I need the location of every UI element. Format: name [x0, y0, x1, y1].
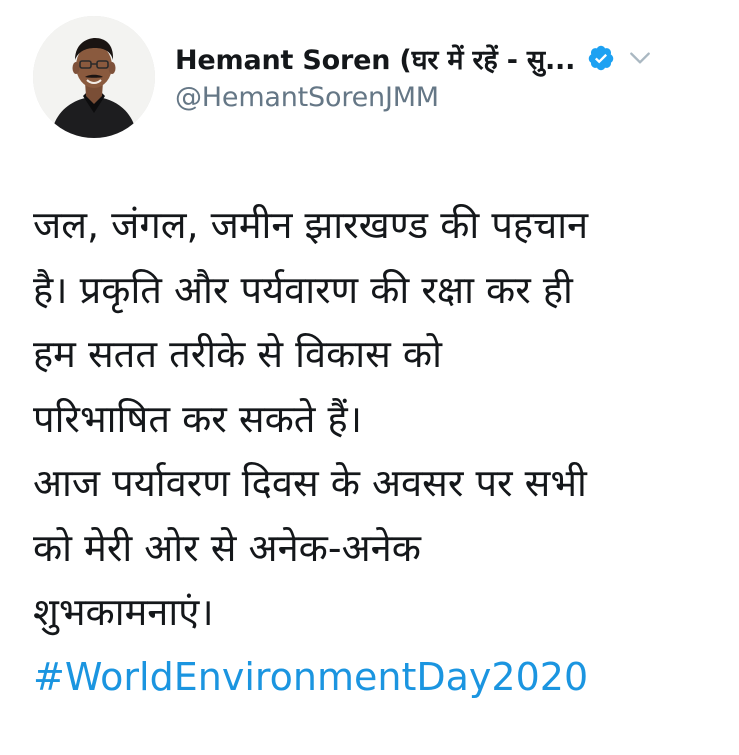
tweet-text-line: को मेरी ओर से अनेक-अनेक: [33, 525, 421, 570]
verified-badge-icon: [588, 45, 614, 71]
tweet-text-line: है। प्रकृति और पर्यवारण की रक्षा कर ही: [33, 267, 573, 312]
user-avatar-photo-icon: [33, 16, 155, 138]
author-handle[interactable]: @HemantSorenJMM: [175, 82, 723, 113]
tweet-text-line: जल, जंगल, जमीन झारखण्ड की पहचान: [33, 203, 589, 247]
chevron-down-icon[interactable]: [627, 45, 653, 71]
tweet-card: Hemant Soren (घर में रहें - सु... @Heman…: [0, 0, 739, 755]
tweet-text-line: परिभाषित कर सकते हैं।: [33, 396, 363, 441]
avatar[interactable]: [33, 16, 155, 138]
author-info: Hemant Soren (घर में रहें - सु... @Heman…: [175, 38, 723, 113]
tweet-text-line: आज पर्यावरण दिवस के अवसर पर सभी: [33, 461, 587, 505]
tweet-header: Hemant Soren (घर में रहें - सु... @Heman…: [33, 16, 723, 140]
author-display-name[interactable]: Hemant Soren (घर में रहें - सु...: [175, 40, 575, 77]
tweet-text-line: शुभकामनाएं।: [33, 590, 214, 634]
tweet-text: जल, जंगल, जमीन झारखण्ड की पहचान है। प्रक…: [33, 193, 733, 709]
author-name-row: Hemant Soren (घर में रहें - सु...: [175, 38, 723, 78]
hashtag-link[interactable]: #WorldEnvironmentDay2020: [33, 645, 733, 710]
tweet-text-line: हम सतत तरीके से विकास को: [33, 332, 442, 376]
